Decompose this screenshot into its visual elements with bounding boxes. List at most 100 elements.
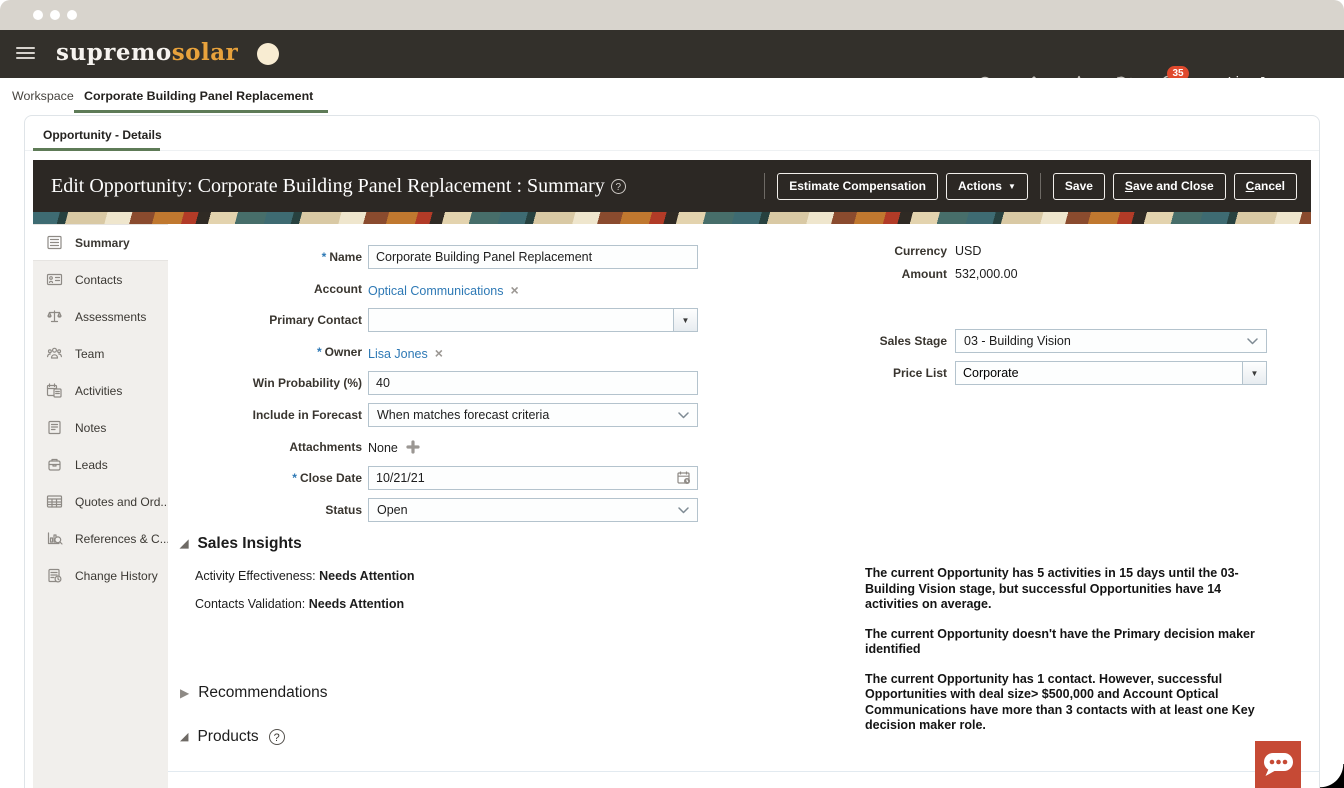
insight-paragraph: The current Opportunity has 1 contact. H… bbox=[865, 672, 1257, 734]
close-date-label: *Close Date bbox=[168, 471, 362, 485]
close-date-wrap bbox=[368, 466, 698, 490]
price-list-combobox: Corporate ▼ bbox=[955, 361, 1267, 385]
opportunity-details-card: Opportunity - Details Edit Opportunity: … bbox=[24, 115, 1320, 788]
status-select[interactable]: Open bbox=[368, 498, 698, 522]
owner-link[interactable]: Lisa Jones bbox=[368, 347, 428, 361]
sidebar-item-assessments[interactable]: Assessments bbox=[33, 298, 168, 335]
close-date-input[interactable] bbox=[368, 466, 698, 490]
collapse-triangle-icon: ◢ bbox=[180, 538, 188, 550]
products-section-header[interactable]: ◢Products? bbox=[180, 728, 285, 746]
sidebar-item-notes[interactable]: Notes bbox=[33, 409, 168, 446]
calendar-icon[interactable] bbox=[676, 470, 692, 491]
insight-paragraph: The current Opportunity doesn't have the… bbox=[865, 627, 1257, 658]
actions-dropdown-button[interactable]: Actions▼ bbox=[946, 173, 1028, 200]
account-link[interactable]: Optical Communications bbox=[368, 284, 503, 298]
add-attachment-icon[interactable] bbox=[406, 440, 420, 454]
window-control-dot[interactable] bbox=[50, 10, 60, 20]
currency-label: Currency bbox=[768, 244, 947, 258]
window-control-dot[interactable] bbox=[67, 10, 77, 20]
owner-label: *Owner bbox=[168, 345, 362, 359]
save-button[interactable]: Save bbox=[1053, 173, 1105, 200]
amount-value: 532,000.00 bbox=[955, 267, 1267, 281]
save-and-close-button[interactable]: Save and Close bbox=[1113, 173, 1226, 200]
chat-bubble-icon bbox=[1255, 741, 1301, 788]
currency-value: USD bbox=[955, 244, 1267, 258]
window-corner bbox=[1320, 764, 1344, 788]
summary-list-icon bbox=[46, 234, 63, 251]
tab-workspace[interactable]: Workspace bbox=[12, 89, 74, 103]
chevron-down-icon bbox=[678, 408, 689, 422]
window-title-bar bbox=[0, 0, 1344, 30]
app-logo[interactable]: supremosolar bbox=[56, 39, 238, 66]
cancel-button[interactable]: Cancel bbox=[1234, 173, 1297, 200]
tab-opportunity-details[interactable]: Opportunity - Details bbox=[43, 128, 162, 142]
include-in-forecast-label: Include in Forecast bbox=[168, 408, 362, 422]
chat-launcher-button[interactable] bbox=[1255, 741, 1301, 788]
sales-insights-text: The current Opportunity has 5 activities… bbox=[865, 566, 1257, 748]
subtab-underline bbox=[33, 148, 160, 151]
sidebar-item-change-history[interactable]: Change History bbox=[33, 557, 168, 594]
summary-form: *Name Account Optical Communications × Pr… bbox=[168, 224, 1319, 788]
chevron-down-icon bbox=[678, 503, 689, 517]
sidebar-item-team[interactable]: Team bbox=[33, 335, 168, 372]
win-probability-wrap bbox=[368, 371, 698, 395]
name-label: *Name bbox=[168, 250, 362, 264]
primary-contact-input[interactable] bbox=[368, 308, 674, 332]
top-navigation-bar: supremosolar 35 Lisa Jones bbox=[0, 30, 1344, 78]
sales-stage-select[interactable]: 03 - Building Vision bbox=[955, 329, 1267, 353]
team-people-icon bbox=[46, 345, 63, 362]
insight-paragraph: The current Opportunity has 5 activities… bbox=[865, 566, 1257, 613]
sidebar-navigation: Summary Contacts Assessments Team Activi… bbox=[33, 224, 168, 788]
primary-contact-dropdown-button[interactable]: ▼ bbox=[674, 308, 698, 332]
estimate-compensation-button[interactable]: Estimate Compensation bbox=[777, 173, 938, 200]
workspace-tab-row: Workspace Corporate Building Panel Repla… bbox=[0, 78, 1344, 115]
references-chart-magnifier-icon bbox=[46, 530, 63, 547]
required-marker: * bbox=[317, 345, 322, 359]
subtab-divider bbox=[25, 150, 1319, 151]
tab-opportunity[interactable]: Corporate Building Panel Replacement bbox=[84, 89, 313, 103]
recommendations-section-header[interactable]: ▶Recommendations bbox=[180, 684, 327, 702]
price-list-input[interactable]: Corporate bbox=[955, 361, 1243, 385]
sidebar-item-references[interactable]: References & C... bbox=[33, 520, 168, 557]
decorative-banner-pattern bbox=[33, 212, 1311, 224]
name-field-wrap bbox=[368, 245, 698, 269]
assessments-scale-icon bbox=[46, 308, 63, 325]
quotes-table-icon bbox=[46, 493, 63, 510]
remove-owner-icon[interactable]: × bbox=[435, 345, 443, 361]
expand-triangle-icon: ▶ bbox=[180, 686, 189, 700]
account-label: Account bbox=[168, 282, 362, 296]
attachments-value: None bbox=[368, 440, 698, 455]
contacts-validation-metric: Contacts Validation: Needs Attention bbox=[195, 597, 404, 611]
logo-sun-icon bbox=[257, 43, 279, 65]
include-in-forecast-select[interactable]: When matches forecast criteria bbox=[368, 403, 698, 427]
help-icon[interactable]: ? bbox=[611, 179, 626, 194]
remove-account-icon[interactable]: × bbox=[510, 282, 518, 298]
price-list-dropdown-button[interactable]: ▼ bbox=[1243, 361, 1267, 385]
header-actions: Estimate Compensation Actions▼ Save Save… bbox=[760, 173, 1297, 200]
sidebar-item-leads[interactable]: Leads bbox=[33, 446, 168, 483]
sidebar-item-contacts[interactable]: Contacts bbox=[33, 261, 168, 298]
window-control-dot[interactable] bbox=[33, 10, 43, 20]
required-marker: * bbox=[322, 250, 327, 264]
sales-insights-section-header[interactable]: ◢Sales Insights bbox=[180, 535, 302, 553]
section-divider bbox=[168, 771, 1319, 772]
app-window: supremosolar 35 Lisa Jones Workspace Cor… bbox=[0, 0, 1344, 788]
change-history-clock-icon bbox=[46, 567, 63, 584]
primary-contact-combobox: ▼ bbox=[368, 308, 698, 332]
name-input[interactable] bbox=[368, 245, 698, 269]
contacts-card-icon bbox=[46, 271, 63, 288]
account-value: Optical Communications × bbox=[368, 282, 698, 300]
sidebar-item-activities[interactable]: Activities bbox=[33, 372, 168, 409]
required-marker: * bbox=[292, 471, 297, 485]
price-list-label: Price List bbox=[768, 366, 947, 380]
hamburger-menu-icon[interactable] bbox=[16, 47, 35, 61]
status-label: Status bbox=[168, 503, 362, 517]
sidebar-item-quotes-orders[interactable]: Quotes and Ord... bbox=[33, 483, 168, 520]
win-probability-label: Win Probability (%) bbox=[168, 376, 362, 390]
page-title: Edit Opportunity: Corporate Building Pan… bbox=[51, 175, 626, 198]
collapse-triangle-icon: ◢ bbox=[180, 731, 188, 743]
products-help-icon[interactable]: ? bbox=[269, 729, 285, 745]
caret-down-icon: ▼ bbox=[1008, 182, 1016, 191]
sidebar-item-summary[interactable]: Summary bbox=[33, 224, 168, 261]
win-probability-input[interactable] bbox=[368, 371, 698, 395]
